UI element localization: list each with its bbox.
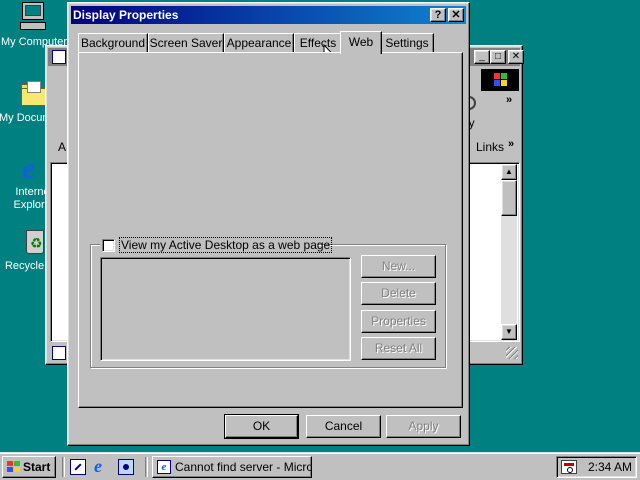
new-button[interactable]: New... (361, 255, 436, 278)
properties-button[interactable]: Properties (361, 310, 436, 333)
start-button[interactable]: Start (2, 456, 56, 478)
desktop-icon-my-computer[interactable]: My Computer (0, 2, 69, 48)
scroll-up-button[interactable]: ▲ (501, 164, 517, 180)
tab-settings[interactable]: Settings (380, 33, 434, 53)
quicklaunch-divider (62, 457, 65, 477)
minimize-button[interactable]: _ (474, 50, 490, 64)
active-desktop-checkbox-row[interactable]: View my Active Desktop as a web page (100, 237, 333, 253)
quicklaunch-divider (145, 457, 148, 477)
tab-web[interactable]: Web (340, 31, 382, 54)
tab-screen-saver[interactable]: Screen Saver (148, 33, 224, 53)
address-label: A (58, 140, 67, 154)
help-button[interactable]: ? (430, 8, 446, 22)
task-label: Cannot find server - Micros... (175, 460, 311, 474)
chevron-more-icon[interactable]: » (508, 138, 514, 150)
ie-icon: e (157, 460, 171, 474)
windows-logo-throbber (481, 69, 519, 91)
scheduler-icon[interactable] (561, 460, 577, 474)
links-label[interactable]: Links (476, 140, 504, 154)
start-label: Start (23, 460, 51, 474)
tab-appearance[interactable]: Appearance (224, 33, 294, 53)
close-button[interactable]: ✕ (508, 50, 524, 64)
active-desktop-checkbox[interactable] (102, 239, 115, 252)
scroll-thumb[interactable] (501, 180, 517, 216)
reset-all-button[interactable]: Reset All (361, 337, 436, 360)
show-desktop-icon[interactable] (70, 459, 86, 475)
active-desktop-checkbox-label[interactable]: View my Active Desktop as a web page (119, 237, 333, 253)
clock[interactable]: 2:34 AM (588, 460, 632, 474)
web-tab-panel: View my Active Desktop as a web page New… (78, 52, 463, 408)
dialog-title: Display Properties (73, 8, 179, 22)
channels-icon[interactable] (118, 459, 134, 475)
ok-button[interactable]: OK (224, 414, 299, 439)
taskbar: Start e e Cannot find server - Micros...… (0, 452, 640, 480)
cancel-button[interactable]: Cancel (306, 415, 381, 438)
resize-grip-icon[interactable] (506, 347, 518, 359)
browser-title-icon (52, 50, 66, 64)
page-icon (52, 346, 66, 360)
vertical-scrollbar[interactable]: ▲ ▼ (501, 164, 517, 340)
display-properties-dialog[interactable]: Display Properties ? ✕ Background Screen… (67, 2, 470, 446)
chevron-more-icon[interactable]: » (506, 94, 512, 106)
apply-button[interactable]: Apply (386, 415, 461, 438)
delete-button[interactable]: Delete (361, 282, 436, 305)
windows-logo-icon (7, 461, 21, 473)
close-button[interactable]: ✕ (448, 8, 464, 22)
dialog-title-bar[interactable]: Display Properties ? ✕ (71, 6, 466, 24)
tab-background[interactable]: Background (78, 33, 148, 53)
active-desktop-items-list[interactable] (100, 257, 351, 361)
taskbar-task-button[interactable]: e Cannot find server - Micros... (152, 456, 312, 478)
computer-icon (18, 2, 50, 34)
scroll-down-button[interactable]: ▼ (501, 324, 517, 340)
ie-icon[interactable]: e (94, 456, 102, 477)
system-tray: 2:34 AM (556, 456, 637, 478)
maximize-button[interactable]: □ (490, 50, 506, 64)
